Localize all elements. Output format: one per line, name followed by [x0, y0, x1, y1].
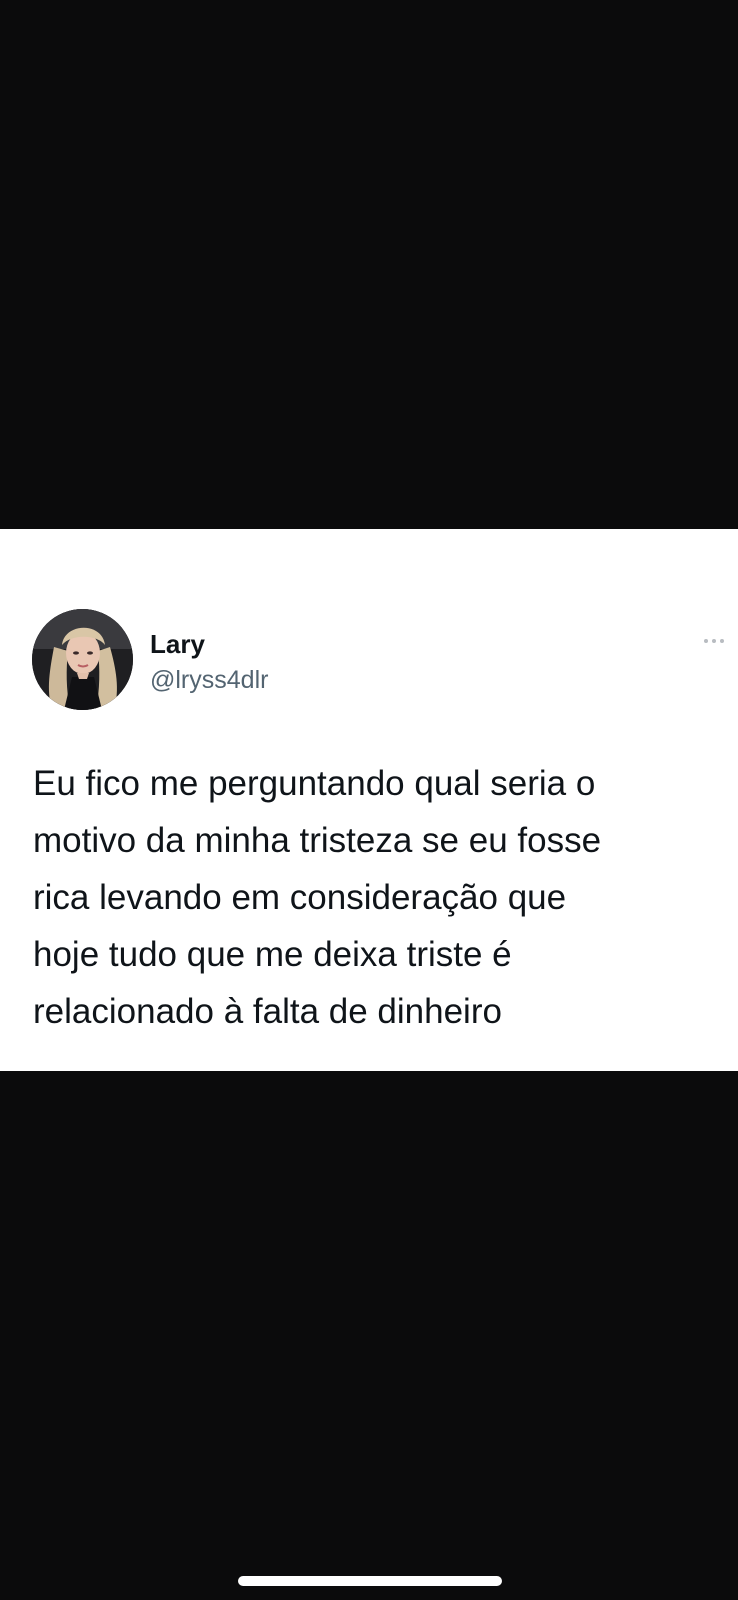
more-horizontal-icon[interactable]	[704, 635, 734, 647]
tweet-text-line: relacionado à falta de dinheiro	[33, 992, 502, 1031]
tweet-text-line: motivo da minha tristeza se eu fosse	[33, 821, 602, 860]
avatar[interactable]	[32, 609, 133, 710]
author-name[interactable]: Lary	[150, 629, 205, 659]
author-handle[interactable]: @lryss4dlr	[150, 665, 268, 695]
tweet-text: Eu fico me perguntando qual seria o moti…	[33, 755, 733, 1040]
tweet-text-line: Eu fico me perguntando qual seria o	[33, 764, 596, 803]
tweet-text-line: hoje tudo que me deixa triste é	[33, 935, 512, 974]
tweet-card: Lary @lryss4dlr Eu fico me perguntando q…	[0, 529, 738, 1071]
screenshot-screen: Lary @lryss4dlr Eu fico me perguntando q…	[0, 0, 738, 1600]
more-dot	[720, 639, 724, 643]
tweet-text-line: rica levando em consideração que	[33, 878, 567, 917]
more-dot	[712, 639, 716, 643]
home-indicator[interactable]	[238, 1576, 502, 1586]
more-dot	[704, 639, 708, 643]
profile-photo-icon	[32, 609, 133, 710]
